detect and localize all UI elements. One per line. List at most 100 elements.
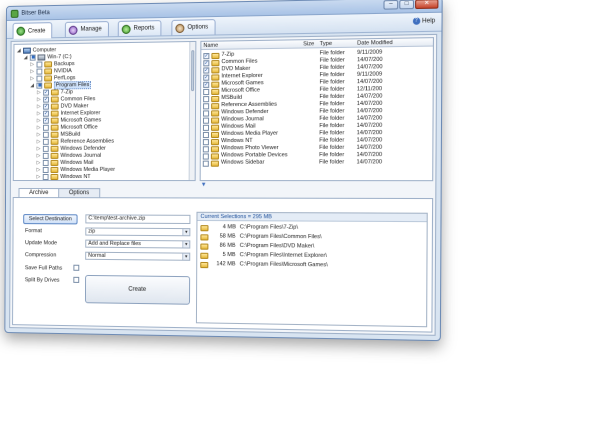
expand-arrow-icon[interactable]: ▷ xyxy=(36,110,41,116)
tree-scrollbar-thumb[interactable] xyxy=(191,50,195,92)
column-header-date-modified[interactable]: Date Modified xyxy=(357,40,393,47)
expand-arrow-icon[interactable]: ▷ xyxy=(36,89,41,95)
tree-item-label: Windows Photo Viewer xyxy=(60,181,115,182)
file-date-modified: 14/07/200 xyxy=(356,78,383,86)
folder-icon xyxy=(200,252,209,259)
create-archive-button[interactable]: Create xyxy=(84,274,191,305)
tree-item-checkbox[interactable] xyxy=(42,124,49,131)
folder-icon xyxy=(211,102,220,109)
tree-item-checkbox[interactable] xyxy=(36,60,43,68)
file-row-checkbox[interactable] xyxy=(202,138,209,145)
collapse-arrow-icon[interactable]: ◢ xyxy=(30,82,35,88)
file-row-checkbox[interactable] xyxy=(202,117,210,124)
file-row-checkbox[interactable]: ✓ xyxy=(203,59,210,66)
expand-arrow-icon[interactable]: ▷ xyxy=(36,166,41,172)
file-type: File folder xyxy=(319,144,345,152)
tree-item[interactable]: ▷ Windows Mail xyxy=(36,159,94,166)
file-row-checkbox[interactable]: ✓ xyxy=(203,66,210,74)
expand-arrow-icon[interactable]: ▷ xyxy=(36,131,41,137)
tree-item-checkbox[interactable] xyxy=(42,173,49,180)
tree-item[interactable]: ▷ Windows NT xyxy=(36,173,91,180)
close-button[interactable]: ✕ xyxy=(415,0,439,10)
file-row-checkbox[interactable] xyxy=(202,152,209,160)
file-date-modified: 14/07/200 xyxy=(356,129,383,137)
split-by-drives-checkbox[interactable] xyxy=(73,276,80,283)
file-row-checkbox[interactable] xyxy=(203,88,210,95)
tree-item-checkbox[interactable] xyxy=(42,159,49,166)
tab-options[interactable]: Options xyxy=(171,19,216,36)
file-row[interactable]: Windows Sidebar File folder 14/07/200 xyxy=(201,159,433,167)
column-header-name[interactable]: Name xyxy=(203,43,218,49)
expand-arrow-icon[interactable]: ▷ xyxy=(30,68,35,74)
tree-item-checkbox[interactable] xyxy=(42,180,49,182)
maximize-button[interactable]: □ xyxy=(399,0,415,10)
save-full-paths-checkbox[interactable] xyxy=(73,264,80,271)
tree-item-checkbox[interactable] xyxy=(42,131,49,138)
tree-item-checkbox[interactable]: ✓ xyxy=(43,89,50,96)
file-row-checkbox[interactable] xyxy=(202,124,210,131)
expand-arrow-icon[interactable]: ▷ xyxy=(36,117,41,123)
file-row-checkbox[interactable] xyxy=(202,160,209,167)
help-link[interactable]: ? Help xyxy=(412,17,436,25)
tree-item-checkbox[interactable] xyxy=(42,138,49,145)
tree-item-checkbox[interactable] xyxy=(36,82,43,89)
current-selections-panel: Current Selections = 295 MB 4 MB C:\Progr… xyxy=(195,211,428,328)
expand-arrow-icon[interactable]: ▷ xyxy=(36,124,41,130)
selection-row: 58 MB C:\Program Files\Common Files\ xyxy=(199,233,424,242)
file-row-checkbox[interactable] xyxy=(202,145,209,152)
split-by-drives-label: Split By Drives xyxy=(24,277,60,284)
expand-arrow-icon[interactable]: ▷ xyxy=(36,145,41,151)
tree-item[interactable]: ▷ Windows Media Player xyxy=(36,166,116,173)
tree-item-checkbox[interactable]: ✓ xyxy=(43,96,49,103)
file-row-checkbox[interactable] xyxy=(203,95,210,102)
tab-manage[interactable]: Manage xyxy=(64,21,109,38)
tree-item-checkbox[interactable]: ✓ xyxy=(43,110,49,117)
file-row-checkbox[interactable]: ✓ xyxy=(203,81,210,88)
tree-scrollbar[interactable] xyxy=(188,41,196,181)
select-destination-button[interactable]: Select Destination xyxy=(23,214,78,225)
tab-reports[interactable]: Reports xyxy=(117,20,162,37)
expand-arrow-icon[interactable]: ▷ xyxy=(36,159,41,165)
tree-item-label: Microsoft Games xyxy=(60,116,102,124)
tree-item-checkbox[interactable]: ✓ xyxy=(43,117,49,124)
selection-size: 4 MB xyxy=(222,224,236,231)
expand-arrow-icon[interactable]: ▷ xyxy=(30,61,35,67)
tree-item-checkbox[interactable] xyxy=(42,166,49,173)
tree-item[interactable]: ▷ Windows Photo Viewer xyxy=(36,180,116,182)
tree-item-checkbox[interactable] xyxy=(29,54,36,61)
tree-item-checkbox[interactable] xyxy=(42,145,49,152)
file-name: Windows Sidebar xyxy=(220,159,265,166)
expand-arrow-icon[interactable]: ▷ xyxy=(36,181,41,182)
compression-select[interactable]: Normal ▼ xyxy=(85,251,191,261)
collapse-arrow-icon[interactable]: ◢ xyxy=(16,47,21,53)
expand-arrow-icon[interactable]: ▷ xyxy=(36,152,41,158)
expand-arrow-icon[interactable]: ▷ xyxy=(30,75,35,81)
file-row-checkbox[interactable]: ✓ xyxy=(203,74,210,81)
expand-arrow-icon[interactable]: ▷ xyxy=(36,173,41,179)
format-select[interactable]: zip ▼ xyxy=(85,227,191,237)
file-list[interactable]: Name Size Type Date Modified ✓ 7-Zip File … xyxy=(199,37,434,182)
column-header-size[interactable]: Size xyxy=(303,41,314,47)
collapse-arrow-icon[interactable]: ◢ xyxy=(23,54,28,60)
destination-path-field[interactable]: C:\temp\test-archive.zip xyxy=(85,214,191,225)
tree-item-checkbox[interactable] xyxy=(36,68,43,75)
tree-item-label: Microsoft Office xyxy=(60,123,98,131)
tree-item-checkbox[interactable] xyxy=(36,75,43,82)
expand-arrow-icon[interactable]: ▷ xyxy=(36,96,41,102)
update-mode-select[interactable]: Add and Replace files ▼ xyxy=(85,239,191,249)
app-window: Bitser Beta – □ ✕ Create Manage Reports xyxy=(4,0,443,342)
expand-arrow-icon[interactable]: ▷ xyxy=(36,103,41,109)
column-header-type[interactable]: Type xyxy=(320,41,332,47)
file-row-checkbox[interactable] xyxy=(203,109,210,117)
minimize-button[interactable]: – xyxy=(383,0,399,10)
tree-item-label: NVIDIA xyxy=(53,67,72,74)
folder-tree[interactable]: ◢ Computer ◢ Win-7 (C:) ▷ Backups ▷ NVIDIA ▷ Perf… xyxy=(12,40,197,182)
tab-create[interactable]: Create xyxy=(12,22,53,39)
file-row-checkbox[interactable]: ✓ xyxy=(203,52,210,59)
expand-arrow-icon[interactable]: ▷ xyxy=(36,138,41,144)
tree-item-label: Windows Defender xyxy=(60,145,106,152)
file-row-checkbox[interactable] xyxy=(203,102,210,109)
tree-item-checkbox[interactable] xyxy=(42,152,49,159)
tree-item-checkbox[interactable]: ✓ xyxy=(43,103,49,110)
file-row-checkbox[interactable] xyxy=(202,131,209,138)
